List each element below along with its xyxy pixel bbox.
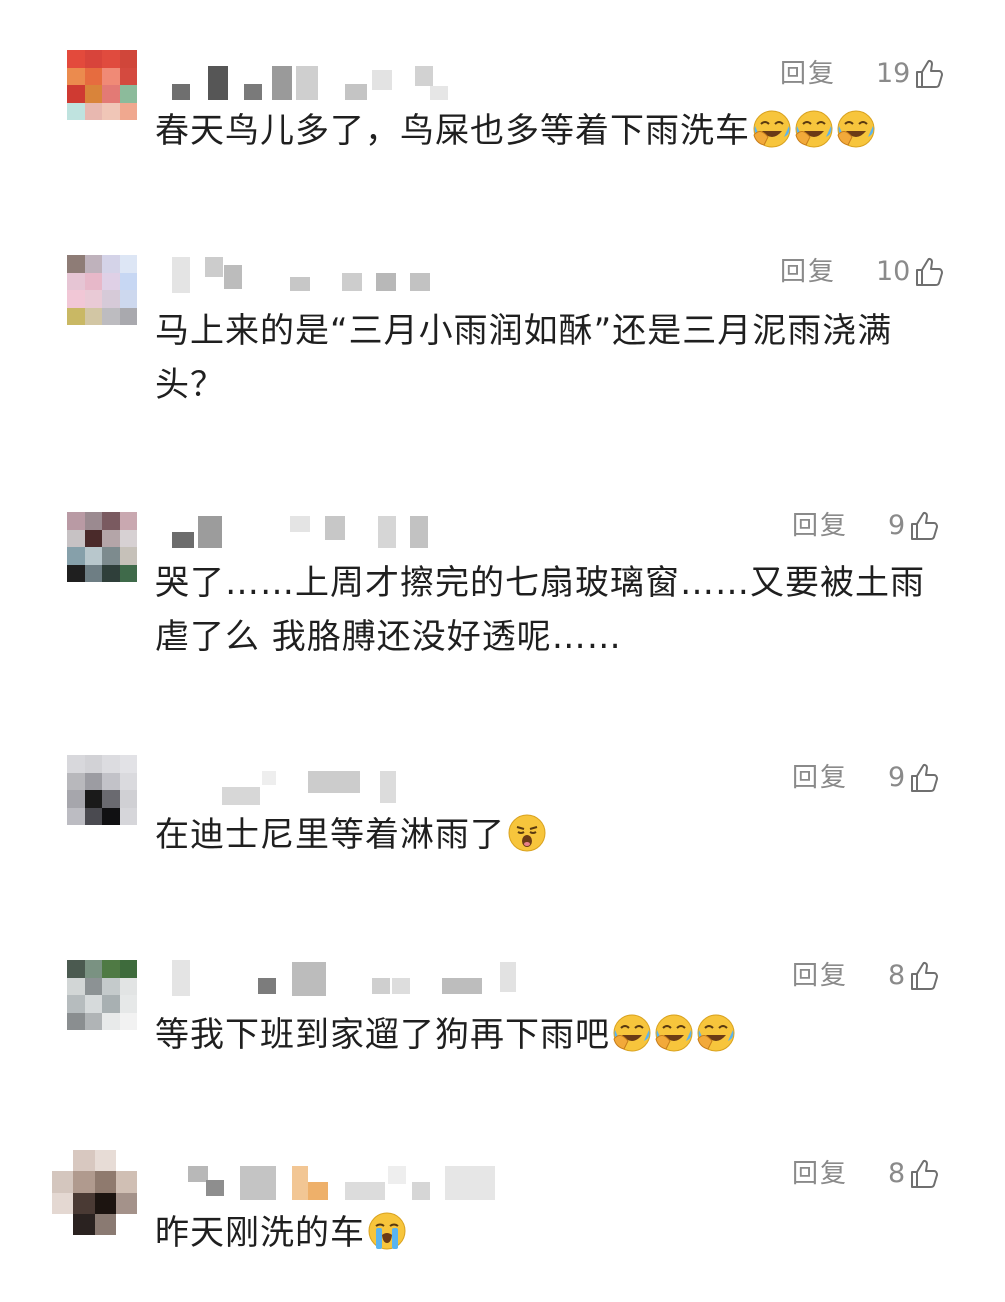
like-button[interactable]: 9 — [888, 508, 939, 544]
thumbs-up-icon — [909, 960, 939, 992]
thumbs-up-icon — [914, 256, 944, 288]
like-count: 8 — [888, 1158, 906, 1189]
thumbs-up-icon — [909, 762, 939, 794]
like-count: 10 — [876, 256, 911, 287]
username-blurred[interactable] — [160, 510, 540, 550]
username-blurred[interactable] — [160, 1162, 540, 1202]
like-count: 9 — [888, 762, 906, 793]
reply-button[interactable]: 回复 — [792, 760, 848, 796]
like-count: 19 — [876, 58, 911, 89]
like-button[interactable]: 8 — [888, 958, 939, 994]
username-blurred[interactable] — [160, 958, 540, 998]
like-button[interactable]: 10 — [876, 254, 944, 290]
like-count: 9 — [888, 510, 906, 541]
like-count: 8 — [888, 960, 906, 991]
reply-button[interactable]: 回复 — [780, 254, 836, 290]
yawning-emoji-icon — [507, 813, 547, 853]
laughing-crying-emoji-icon — [696, 1013, 736, 1053]
reply-button[interactable]: 回复 — [792, 508, 848, 544]
laughing-crying-emoji-icon — [612, 1013, 652, 1053]
reply-button[interactable]: 回复 — [792, 958, 848, 994]
avatar[interactable] — [67, 50, 137, 120]
comment-text-row: 春天鸟儿多了，鸟屎也多等着下雨洗车 — [155, 104, 945, 158]
comment-text-row: 马上来的是“三月小雨润如酥”还是三月泥雨浇满头？ — [155, 304, 945, 412]
comment-text: 等我下班到家遛了狗再下雨吧 — [155, 1015, 610, 1055]
comment-text-row: 在迪士尼里等着淋雨了 — [155, 808, 945, 862]
like-button[interactable]: 19 — [876, 56, 944, 92]
laughing-crying-emoji-icon — [836, 109, 876, 149]
laughing-crying-emoji-icon — [752, 109, 792, 149]
comment-text-row: 昨天刚洗的车 — [155, 1206, 945, 1260]
laughing-crying-emoji-icon — [794, 109, 834, 149]
thumbs-up-icon — [914, 58, 944, 90]
username-blurred[interactable] — [160, 765, 540, 805]
avatar[interactable] — [67, 512, 137, 582]
loudly-crying-emoji-icon — [367, 1211, 407, 1251]
laughing-crying-emoji-icon — [654, 1013, 694, 1053]
reply-button[interactable]: 回复 — [780, 56, 836, 92]
like-button[interactable]: 9 — [888, 760, 939, 796]
like-button[interactable]: 8 — [888, 1156, 939, 1192]
avatar[interactable] — [52, 1150, 137, 1235]
comment-text-row: 哭了……上周才擦完的七扇玻璃窗……又要被土雨虐了么 我胳膊还没好透呢…… — [155, 556, 945, 664]
comment-text-row: 等我下班到家遛了狗再下雨吧 — [155, 1008, 945, 1062]
comment-text: 在迪士尼里等着淋雨了 — [155, 815, 505, 855]
comment-text: 马上来的是“三月小雨润如酥”还是三月泥雨浇满头？ — [155, 311, 893, 405]
username-blurred[interactable] — [160, 60, 540, 100]
avatar[interactable] — [67, 960, 137, 1030]
reply-button[interactable]: 回复 — [792, 1156, 848, 1192]
avatar[interactable] — [67, 255, 137, 325]
thumbs-up-icon — [909, 510, 939, 542]
comment-text: 春天鸟儿多了，鸟屎也多等着下雨洗车 — [155, 111, 750, 151]
avatar[interactable] — [67, 755, 137, 825]
comment-text: 昨天刚洗的车 — [155, 1213, 365, 1253]
thumbs-up-icon — [909, 1158, 939, 1190]
username-blurred[interactable] — [160, 255, 540, 295]
comment-text: 哭了……上周才擦完的七扇玻璃窗……又要被土雨虐了么 我胳膊还没好透呢…… — [155, 563, 925, 657]
